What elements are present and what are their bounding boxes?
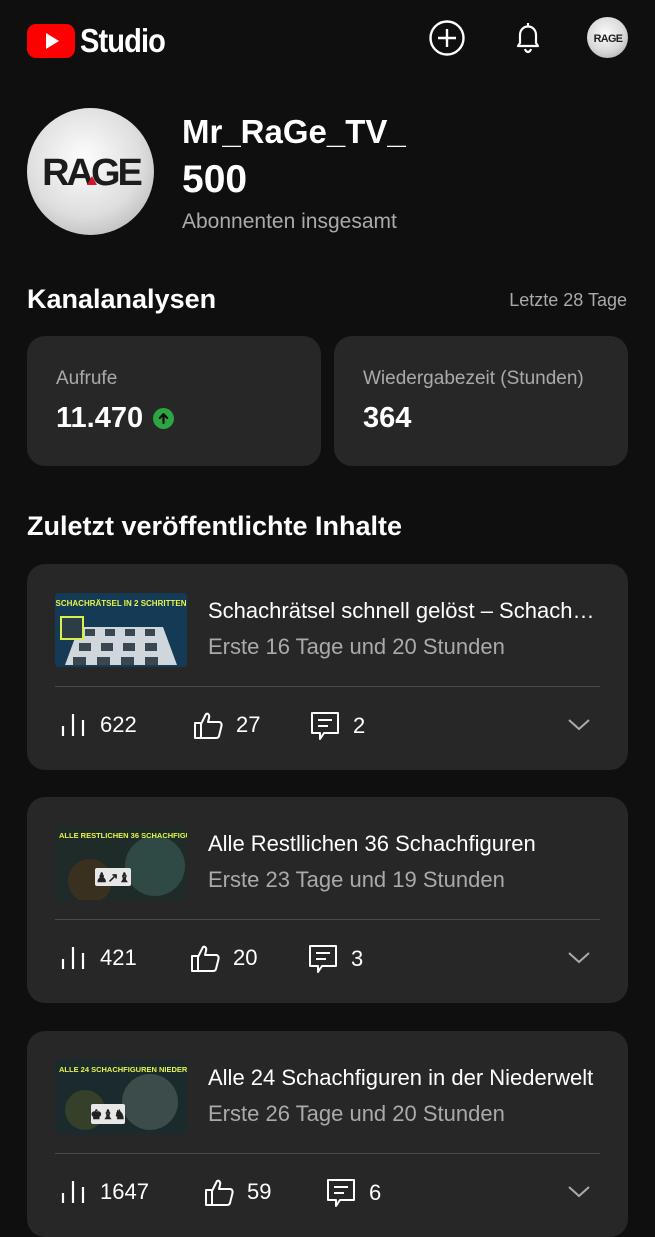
analytics-title: Kanalanalysen [27,284,217,314]
trend-up-icon [153,408,175,429]
bar-chart-icon [61,714,85,736]
top-bar: Studio RAGE [0,0,655,78]
video-card[interactable]: ♚♝♞ ALLE 24 SCHACHFIGUREN NIEDERWELT All… [27,1031,628,1237]
video-title[interactable]: Alle 24 Schachfiguren in der Niederwelt [208,1065,600,1091]
views-label: Aufrufe [56,368,118,389]
likes-metric: 20 [189,943,257,973]
comments-metric: 2 [309,710,365,742]
video-card[interactable]: ♟↗♝ ALLE RESTLICHEN 36 SCHACHFIGUREN All… [27,797,628,1003]
subscriber-count: 500 [182,158,248,201]
video-title[interactable]: Alle Restllichen 36 Schachfiguren [208,831,600,857]
comments-metric: 6 [325,1177,381,1209]
youtube-logo-icon [27,24,75,58]
divider [55,919,600,920]
likes-metric: 59 [203,1177,271,1207]
studio-logo[interactable]: Studio [27,22,177,60]
rage-logo-icon: RAGE [593,32,623,44]
thumbs-up-icon [194,712,223,739]
likes-count: 20 [233,945,258,970]
rage-logo-icon: RAGE [42,152,143,192]
chevron-down-icon[interactable] [567,716,591,737]
comment-icon [309,945,337,973]
account-avatar[interactable]: RAGE [587,17,628,58]
bar-chart-icon [61,947,85,969]
views-value: 11.470 [56,402,144,434]
watch-time-card[interactable]: Wiedergabezeit (Stunden) 364 [334,336,628,466]
svg-text:♟↗♝: ♟↗♝ [96,870,130,885]
views-metric: 421 [58,943,137,973]
subscriber-label: Abonnenten insgesamt [182,210,397,233]
video-title[interactable]: Schachrätsel schnell gelöst – Schachräts… [208,598,600,624]
likes-count: 27 [236,712,261,737]
comments-count: 3 [351,946,364,971]
views-metric: 622 [58,710,137,740]
bell-icon[interactable] [508,18,548,58]
analytics-period: Letzte 28 Tage [509,290,627,310]
video-card[interactable]: SCHACHRÄTSEL IN 2 SCHRITTEN Schachrätsel… [27,564,628,770]
plus-circle-icon[interactable] [427,18,467,58]
video-age: Erste 26 Tage und 20 Stunden [208,1101,505,1126]
svg-text:SCHACHRÄTSEL IN 2 SCHRITTEN: SCHACHRÄTSEL IN 2 SCHRITTEN [56,599,187,608]
views-metric: 1647 [58,1177,149,1207]
video-age: Erste 16 Tage und 20 Stunden [208,634,505,659]
watch-time-label: Wiedergabezeit (Stunden) [363,368,584,389]
watch-time-value: 364 [363,402,412,434]
views-count: 622 [100,712,137,737]
svg-text:ALLE RESTLICHEN 36 SCHACHFIGUR: ALLE RESTLICHEN 36 SCHACHFIGUREN [59,831,187,840]
views-count: 421 [100,945,137,970]
video-thumbnail[interactable]: SCHACHRÄTSEL IN 2 SCHRITTEN [55,593,187,667]
svg-text:RAGE: RAGE [593,32,622,44]
views-value-row: 11.470 [56,402,175,435]
chevron-down-icon[interactable] [567,1183,591,1204]
recent-content-title: Zuletzt veröffentlichte Inhalte [27,511,403,541]
channel-name: Mr_RaGe_TV_ [182,113,406,150]
channel-profile: RAGE Mr_RaGe_TV_ 500 Abonnenten insgesam… [27,108,627,238]
comments-count: 6 [369,1180,382,1205]
svg-text:♚♝♞: ♚♝♞ [91,1107,126,1122]
svg-text:ALLE 24 SCHACHFIGUREN NIEDERWE: ALLE 24 SCHACHFIGUREN NIEDERWELT [59,1065,187,1074]
chevron-down-icon[interactable] [567,949,591,970]
comments-count: 2 [353,713,366,738]
likes-count: 59 [247,1179,272,1204]
thumbs-up-icon [205,1179,234,1206]
video-thumbnail[interactable]: ♚♝♞ ALLE 24 SCHACHFIGUREN NIEDERWELT [55,1060,187,1134]
comment-icon [311,712,339,740]
comments-metric: 3 [307,943,363,975]
svg-text:RAGE: RAGE [42,152,141,192]
channel-avatar[interactable]: RAGE [27,108,154,235]
video-age: Erste 23 Tage und 19 Stunden [208,867,505,892]
thumbs-up-icon [191,945,220,972]
comment-icon [327,1179,355,1207]
divider [55,1153,600,1154]
bar-chart-icon [61,1181,85,1203]
views-card[interactable]: Aufrufe 11.470 [27,336,321,466]
views-count: 1647 [100,1179,149,1204]
video-thumbnail[interactable]: ♟↗♝ ALLE RESTLICHEN 36 SCHACHFIGUREN [55,826,187,900]
likes-metric: 27 [192,710,260,740]
app-name: Studio [80,22,166,59]
divider [55,686,600,687]
